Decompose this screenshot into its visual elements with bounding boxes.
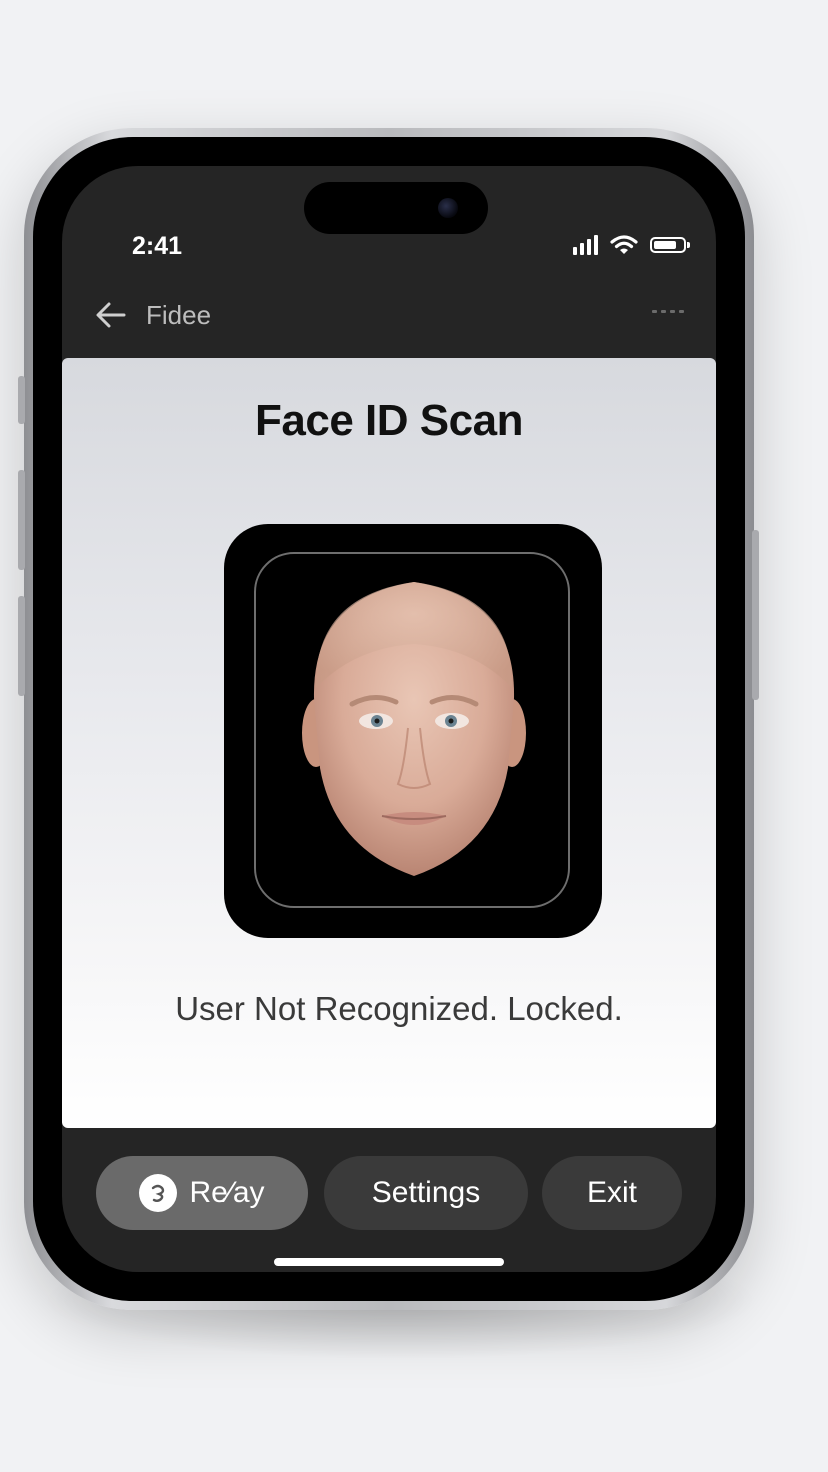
- action-button: [18, 376, 25, 424]
- signal-icon: [573, 235, 598, 255]
- replay-label: Re⁄ay: [189, 1176, 265, 1209]
- page-title: Face ID Scan: [255, 396, 523, 445]
- arrow-left-icon[interactable]: [94, 298, 128, 332]
- more-dots-icon[interactable]: [652, 310, 684, 313]
- status-icons: [573, 234, 690, 256]
- nav-title: Fidee: [146, 300, 212, 330]
- face-scan-card: Face ID Scan User Not Recognized. Locked…: [62, 358, 716, 1128]
- face-image: [302, 582, 526, 876]
- replay-button[interactable]: Re⁄ay: [96, 1156, 308, 1230]
- front-camera-icon: [438, 198, 458, 218]
- home-indicator[interactable]: [274, 1258, 504, 1266]
- exit-button[interactable]: Exit: [542, 1156, 682, 1230]
- exit-label: Exit: [586, 1176, 637, 1209]
- camera-viewfinder: [224, 524, 602, 938]
- dynamic-island: [304, 182, 488, 234]
- battery-icon: [650, 237, 690, 253]
- settings-button[interactable]: Settings: [324, 1156, 528, 1230]
- recognition-status: User Not Recognized. Locked.: [175, 990, 623, 1027]
- settings-label: Settings: [371, 1176, 481, 1209]
- phone-screen: 2:41 Fidee Face ID Scan User Not Recogni…: [62, 166, 716, 1272]
- volume-up-button: [18, 470, 25, 570]
- nav-bar: Fidee: [62, 294, 716, 354]
- action-bar: Re⁄ay Settings Exit: [62, 1156, 716, 1236]
- replay-icon: [139, 1174, 178, 1212]
- wifi-icon: [610, 235, 638, 254]
- power-button: [752, 530, 759, 700]
- volume-down-button: [18, 596, 25, 696]
- status-time: 2:41: [132, 232, 183, 260]
